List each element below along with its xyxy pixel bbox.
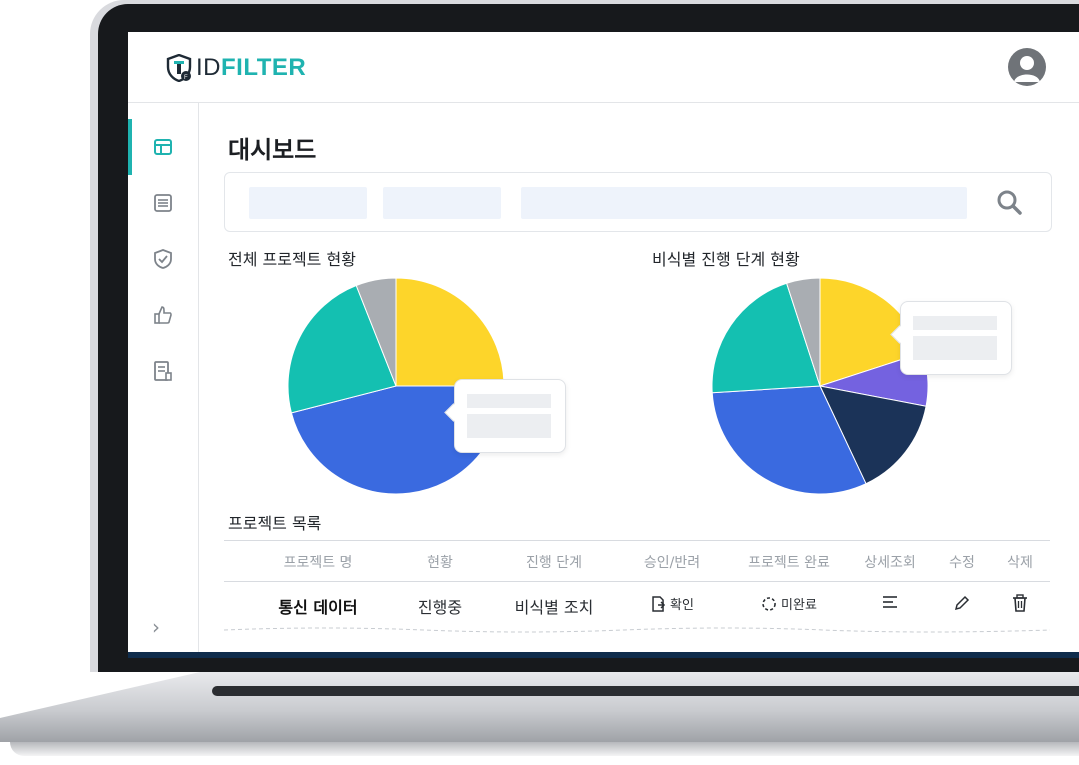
- sidebar: ›: [128, 103, 199, 652]
- approval-button[interactable]: 확인: [650, 594, 694, 613]
- filter-select-1[interactable]: [249, 187, 367, 219]
- header-status: 현황: [427, 555, 453, 571]
- loading-circle-icon: [762, 596, 776, 611]
- header-stage: 진행 단계: [526, 555, 582, 571]
- laptop-base: [0, 672, 1079, 742]
- layout-icon: [154, 139, 172, 155]
- header-project-name: 프로젝트 명: [283, 555, 353, 571]
- header-completion: 프로젝트 완료: [748, 555, 830, 571]
- logo-filter-text: FILTER: [221, 54, 307, 81]
- sidebar-item-approval[interactable]: [128, 295, 198, 335]
- search-icon[interactable]: [995, 188, 1023, 216]
- pie-slice[interactable]: [395, 277, 505, 387]
- logo-id-text: ID: [196, 54, 221, 81]
- header-detail: 상세조회: [864, 555, 916, 571]
- app-screen: F ID FILTER › 대시보드 전체 프로젝트 현황 비식별 진행 단계 …: [128, 32, 1079, 652]
- header-edit: 수정: [949, 555, 975, 571]
- top-bar: F ID FILTER: [128, 32, 1079, 103]
- cell-project-name[interactable]: 통신 데이터: [278, 594, 357, 618]
- search-input[interactable]: [521, 187, 967, 219]
- sidebar-item-security[interactable]: [128, 239, 198, 279]
- sidebar-item-report[interactable]: [128, 351, 198, 391]
- chart-tooltip-right: [900, 301, 1012, 375]
- laptop-hinge: [212, 686, 1079, 696]
- chart-tooltip-left: [454, 379, 566, 453]
- edit-pencil-icon[interactable]: [953, 594, 971, 612]
- cell-status: 진행중: [417, 598, 463, 617]
- sidebar-item-dashboard[interactable]: [128, 119, 198, 175]
- header-delete: 삭제: [1007, 555, 1033, 571]
- screen-bottom-strip: [128, 652, 1079, 658]
- table-title: 프로젝트 목록: [228, 514, 322, 533]
- sidebar-item-list[interactable]: [128, 183, 198, 223]
- search-bar: [224, 172, 1052, 232]
- page-title: 대시보드: [228, 136, 317, 164]
- table-continuation-divider: [224, 627, 1050, 633]
- table-row[interactable]: 통신 데이터 진행중 비식별 조치 확인 미완료: [224, 580, 1050, 632]
- cell-stage: 비식별 조치: [514, 598, 594, 617]
- delete-trash-icon[interactable]: [1012, 594, 1028, 612]
- thumbs-up-icon: [154, 306, 172, 324]
- filter-select-2[interactable]: [383, 187, 501, 219]
- detail-view-icon[interactable]: [881, 594, 899, 610]
- deidentification-stage-pie-chart: [711, 277, 929, 495]
- approval-label: 확인: [670, 598, 694, 613]
- list-settings-icon: [154, 194, 172, 212]
- chevron-right-icon[interactable]: ›: [152, 615, 160, 639]
- completion-toggle[interactable]: 미완료: [761, 594, 817, 613]
- user-avatar-icon[interactable]: [1008, 48, 1046, 86]
- document-check-icon: [154, 361, 172, 381]
- svg-text:F: F: [184, 75, 188, 81]
- table-header: 프로젝트 명 현황 진행 단계 승인/반려 프로젝트 완료 상세조회 수정 삭제: [224, 540, 1050, 582]
- shield-logo-icon: F: [166, 54, 192, 82]
- header-approval: 승인/반려: [643, 555, 701, 571]
- document-arrow-icon: [652, 595, 666, 612]
- shield-check-icon: [154, 249, 172, 269]
- completion-label: 미완료: [781, 598, 817, 613]
- left-chart-title: 전체 프로젝트 현황: [228, 250, 356, 269]
- brand-logo[interactable]: F ID FILTER: [166, 54, 306, 82]
- laptop-base-shadow: [10, 742, 1079, 756]
- right-chart-title: 비식별 진행 단계 현황: [652, 250, 800, 269]
